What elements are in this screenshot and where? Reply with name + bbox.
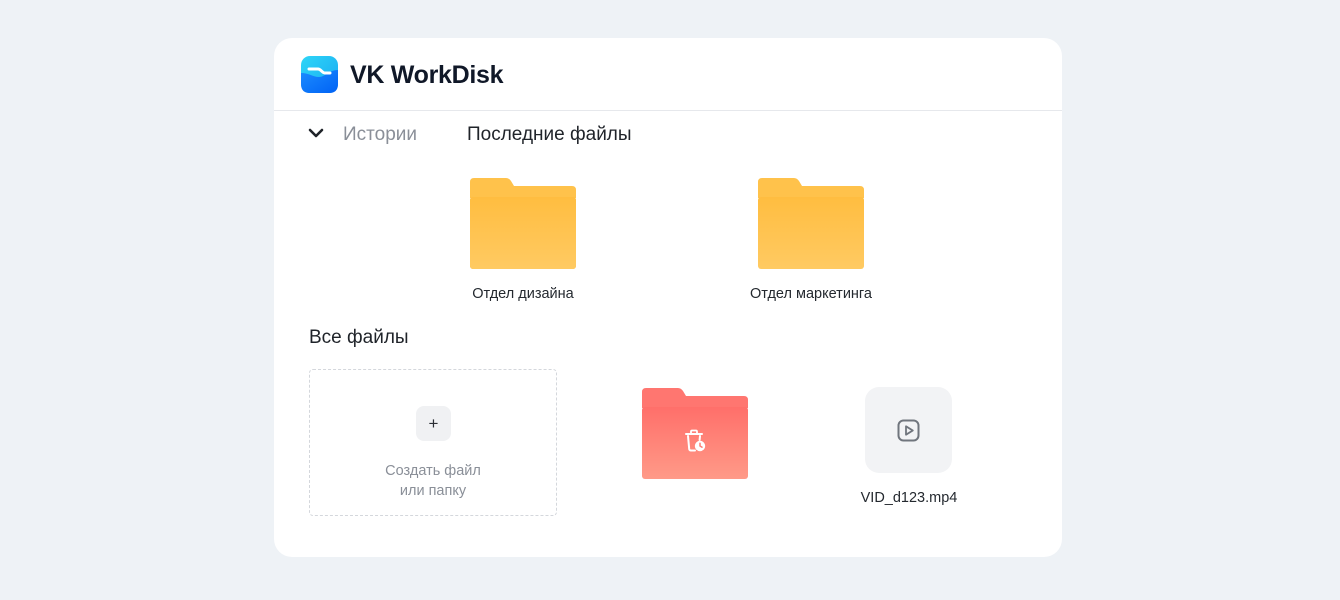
folder-label[interactable]: Отдел дизайна [453, 286, 593, 302]
chevron-down-icon[interactable] [308, 128, 324, 140]
video-file-tile[interactable] [865, 387, 952, 473]
trash-folder-icon[interactable] [642, 388, 748, 479]
vk-workdisk-logo-icon [301, 56, 338, 93]
app-title: VK WorkDisk [350, 61, 504, 89]
section-title-all-files: Все файлы [309, 327, 409, 348]
folder-icon[interactable] [758, 178, 864, 269]
create-label: Создать файл или папку [385, 463, 481, 499]
folder-label[interactable]: Отдел маркетинга [731, 286, 891, 302]
tab-recent-files[interactable]: Последние файлы [467, 124, 632, 146]
video-play-icon [897, 419, 920, 442]
plus-icon: + [416, 406, 451, 441]
app-header: VK WorkDisk [274, 38, 1062, 111]
create-file-or-folder-button[interactable]: + Создать файл или папку [309, 369, 557, 516]
video-file-name[interactable]: VID_d123.mp4 [857, 490, 961, 506]
folder-icon[interactable] [470, 178, 576, 269]
tab-stories[interactable]: Истории [343, 124, 417, 146]
workdisk-card: VK WorkDisk Истории Последние файлы Отде… [274, 38, 1062, 557]
